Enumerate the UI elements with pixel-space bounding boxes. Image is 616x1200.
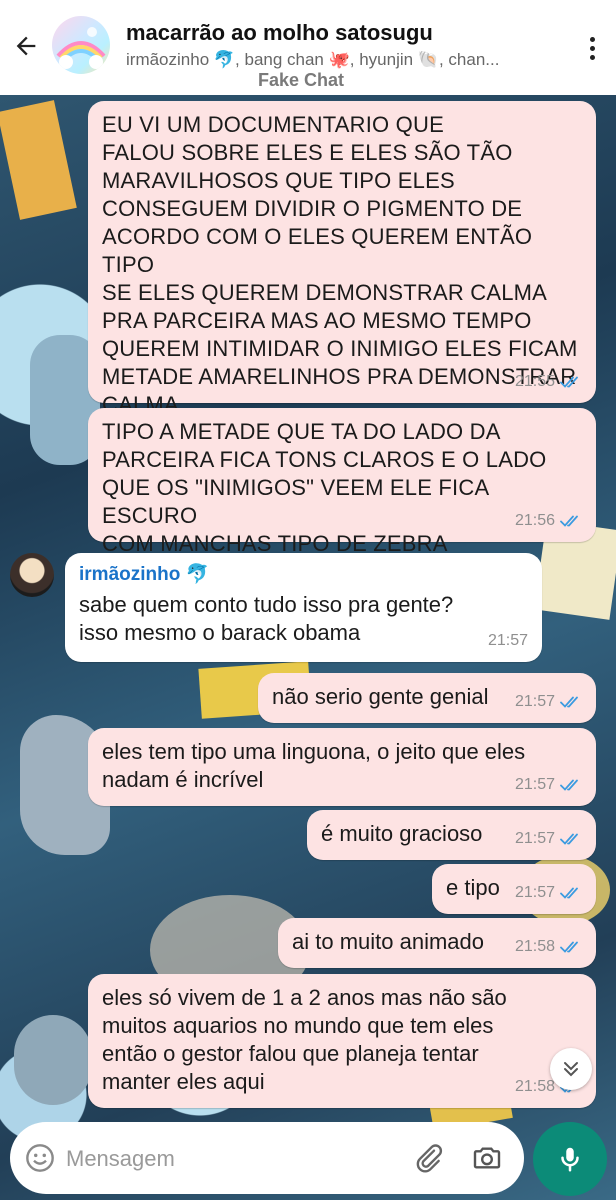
message-meta: 21:55 (515, 368, 582, 396)
attach-button[interactable] (412, 1142, 444, 1174)
message-meta: 21:57 (515, 771, 582, 799)
more-options-button[interactable] (580, 28, 604, 68)
chat-header: macarrão ao molho satosugu irmãozinho 🐬,… (0, 0, 616, 95)
double-check-icon (560, 376, 578, 388)
incoming-message[interactable]: irmãozinho 🐬 sabe quem conto tudo isso pr… (65, 553, 542, 662)
message-meta: 21:57 (515, 879, 582, 907)
emoji-icon (26, 1144, 54, 1172)
message-text: eles tem tipo uma linguona, o jeito que … (102, 739, 526, 792)
outgoing-message[interactable]: e tipo 21:57 (432, 864, 596, 914)
voice-message-button[interactable] (533, 1122, 607, 1196)
outgoing-message[interactable]: é muito gracioso 21:57 (307, 810, 596, 860)
outgoing-message[interactable]: EU VI UM DOCUMENTARIO QUE FALOU SOBRE EL… (88, 101, 596, 417)
member-avatar[interactable] (10, 553, 54, 597)
message-time: 21:58 (514, 1078, 555, 1095)
message-text: EU VI UM DOCUMENTARIO QUE FALOU SOBRE EL… (102, 112, 578, 417)
more-vertical-icon (589, 36, 595, 42)
message-text: eles só vivem de 1 a 2 anos mas não são … (102, 985, 507, 1094)
camera-button[interactable] (470, 1142, 504, 1174)
back-button[interactable] (6, 26, 46, 66)
wallpaper-tile (0, 100, 77, 220)
message-meta: 21:57 (488, 627, 528, 655)
outgoing-message[interactable]: eles só vivem de 1 a 2 anos mas não são … (88, 974, 596, 1108)
menu-dot (589, 45, 595, 51)
double-check-icon (560, 779, 578, 791)
watermark: Fake Chat (258, 70, 345, 90)
message-meta: 21:57 (515, 825, 582, 853)
group-members[interactable]: irmãozinho 🐬, bang chan 🐙, hyunjin 🐚, ch… (126, 50, 546, 70)
message-time: 21:56 (514, 512, 555, 529)
emoji-button[interactable] (24, 1142, 56, 1174)
double-check-icon (560, 941, 578, 953)
menu-dot (589, 54, 595, 60)
message-time: 21:57 (514, 884, 555, 901)
group-avatar-image (56, 27, 106, 69)
outgoing-message[interactable]: não serio gente genial 21:57 (258, 673, 596, 723)
sender-name[interactable]: irmãozinho 🐬 (79, 563, 528, 587)
message-time: 21:55 (514, 373, 555, 390)
arrow-left-icon (16, 36, 36, 56)
message-time: 21:57 (514, 830, 555, 847)
message-meta: 21:56 (515, 507, 582, 535)
outgoing-message[interactable]: eles tem tipo uma linguona, o jeito que … (88, 728, 596, 806)
double-check-icon (560, 887, 578, 899)
camera-icon (473, 1147, 501, 1169)
message-input[interactable] (66, 1144, 396, 1174)
paperclip-icon (416, 1144, 443, 1173)
outgoing-message[interactable]: TIPO A METADE QUE TA DO LADO DA PARCEIRA… (88, 408, 596, 556)
message-meta: 21:57 (515, 688, 582, 716)
double-check-icon (560, 696, 578, 708)
group-title[interactable]: macarrão ao molho satosugu (126, 20, 433, 46)
message-time: 21:58 (514, 938, 555, 955)
message-time: 21:57 (514, 776, 555, 793)
message-time: 21:57 (514, 693, 555, 710)
message-composer (10, 1122, 524, 1194)
double-check-icon (560, 833, 578, 845)
double-check-icon (560, 515, 578, 527)
outgoing-message[interactable]: ai to muito animado 21:58 (278, 918, 596, 968)
scroll-to-bottom-button[interactable] (550, 1048, 592, 1090)
group-avatar[interactable] (52, 16, 110, 74)
wallpaper-tile (14, 1015, 92, 1105)
mic-icon (561, 1147, 579, 1172)
message-text: sabe quem conto tudo isso pra gente? iss… (79, 592, 454, 645)
message-time: 21:57 (487, 632, 528, 649)
message-meta: 21:58 (515, 933, 582, 961)
message-text: TIPO A METADE QUE TA DO LADO DA PARCEIRA… (102, 419, 547, 556)
chevrons-down-icon (564, 1062, 578, 1077)
